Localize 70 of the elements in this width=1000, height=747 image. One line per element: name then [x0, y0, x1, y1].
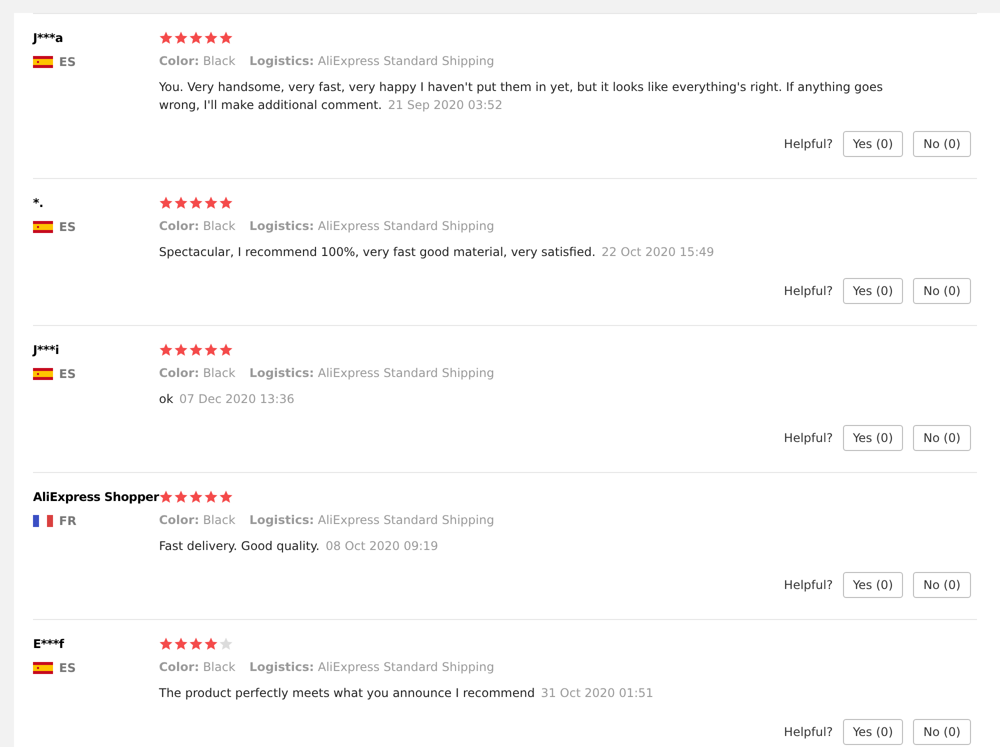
star-icon — [159, 490, 173, 504]
shipping-method: Logistics: AliExpress Standard Shipping — [249, 512, 494, 528]
star-icon — [189, 637, 203, 651]
star-icon — [159, 343, 173, 357]
product-attribute: Color: Black — [159, 365, 236, 381]
helpful-label: Helpful? — [784, 578, 833, 592]
review-text: ok 07 Dec 2020 13:36 — [159, 391, 296, 408]
user-name: AliExpress Shopper — [33, 489, 159, 506]
yes-button[interactable]: Yes (0) — [842, 425, 903, 451]
country-code: ES — [59, 55, 76, 69]
yes-button[interactable]: Yes (0) — [842, 278, 903, 304]
shipping-method: Logistics: AliExpress Standard Shipping — [249, 53, 494, 69]
star-icon — [189, 31, 203, 45]
shipping-method: Logistics: AliExpress Standard Shipping — [249, 659, 494, 675]
country-code: ES — [59, 661, 76, 675]
flag-icon — [33, 515, 53, 527]
country-code: FR — [59, 514, 76, 528]
flag-icon — [33, 662, 53, 674]
user-name: *. — [33, 195, 44, 212]
star-icon — [174, 31, 188, 45]
star-icon — [219, 196, 233, 210]
product-attribute: Color: Black — [159, 53, 236, 69]
star-icon — [174, 490, 188, 504]
star-icon — [219, 31, 233, 45]
star-icon — [189, 196, 203, 210]
yes-button[interactable]: Yes (0) — [842, 719, 903, 745]
country-code: ES — [59, 220, 76, 234]
review-text: You. Very handsome, very fast, very happy I haven't put them in yet, but it looks like everything's right. If anything goes wrong, I'll make additional comment. 21 Sep 2020 03:52 — [159, 79, 884, 114]
star-icon — [174, 343, 188, 357]
helpful-label: Helpful? — [784, 431, 833, 445]
star-icon — [204, 343, 218, 357]
yes-button[interactable]: Yes (0) — [842, 572, 903, 598]
product-attribute: Color: Black — [159, 512, 236, 528]
star-icon — [174, 196, 188, 210]
star-icon — [219, 490, 233, 504]
flag-icon — [33, 221, 53, 233]
star-icon — [219, 637, 233, 651]
shipping-method: Logistics: AliExpress Standard Shipping — [249, 365, 494, 381]
star-icon — [204, 196, 218, 210]
user-name: E***f — [33, 636, 66, 653]
no-button[interactable]: No (0) — [913, 572, 971, 598]
no-button[interactable]: No (0) — [913, 425, 971, 451]
star-icon — [174, 637, 188, 651]
user-name: J***i — [33, 342, 60, 359]
star-icon — [189, 343, 203, 357]
flag-icon — [33, 368, 53, 380]
star-icon — [189, 490, 203, 504]
star-icon — [204, 490, 218, 504]
review-text: Spectacular, I recommend 100%, very fast good material, very satisfied. 22 Oct 2020 15:49 — [159, 244, 716, 261]
star-icon — [159, 637, 173, 651]
country-code: ES — [59, 367, 76, 381]
product-attribute: Color: Black — [159, 659, 236, 675]
flag-icon — [33, 56, 53, 68]
user-name: J***a — [33, 30, 64, 47]
review-text: The product perfectly meets what you announce I recommend 31 Oct 2020 01:51 — [159, 685, 654, 702]
no-button[interactable]: No (0) — [913, 719, 971, 745]
helpful-label: Helpful? — [784, 725, 833, 739]
star-icon — [204, 31, 218, 45]
star-icon — [159, 31, 173, 45]
star-icon — [159, 196, 173, 210]
helpful-label: Helpful? — [784, 137, 833, 151]
no-button[interactable]: No (0) — [913, 131, 971, 157]
shipping-method: Logistics: AliExpress Standard Shipping — [249, 218, 494, 234]
helpful-label: Helpful? — [784, 284, 833, 298]
no-button[interactable]: No (0) — [913, 278, 971, 304]
product-attribute: Color: Black — [159, 218, 236, 234]
review-text: Fast delivery. Good quality. 08 Oct 2020 09:19 — [159, 538, 440, 555]
star-icon — [204, 637, 218, 651]
star-icon — [219, 343, 233, 357]
yes-button[interactable]: Yes (0) — [842, 131, 903, 157]
